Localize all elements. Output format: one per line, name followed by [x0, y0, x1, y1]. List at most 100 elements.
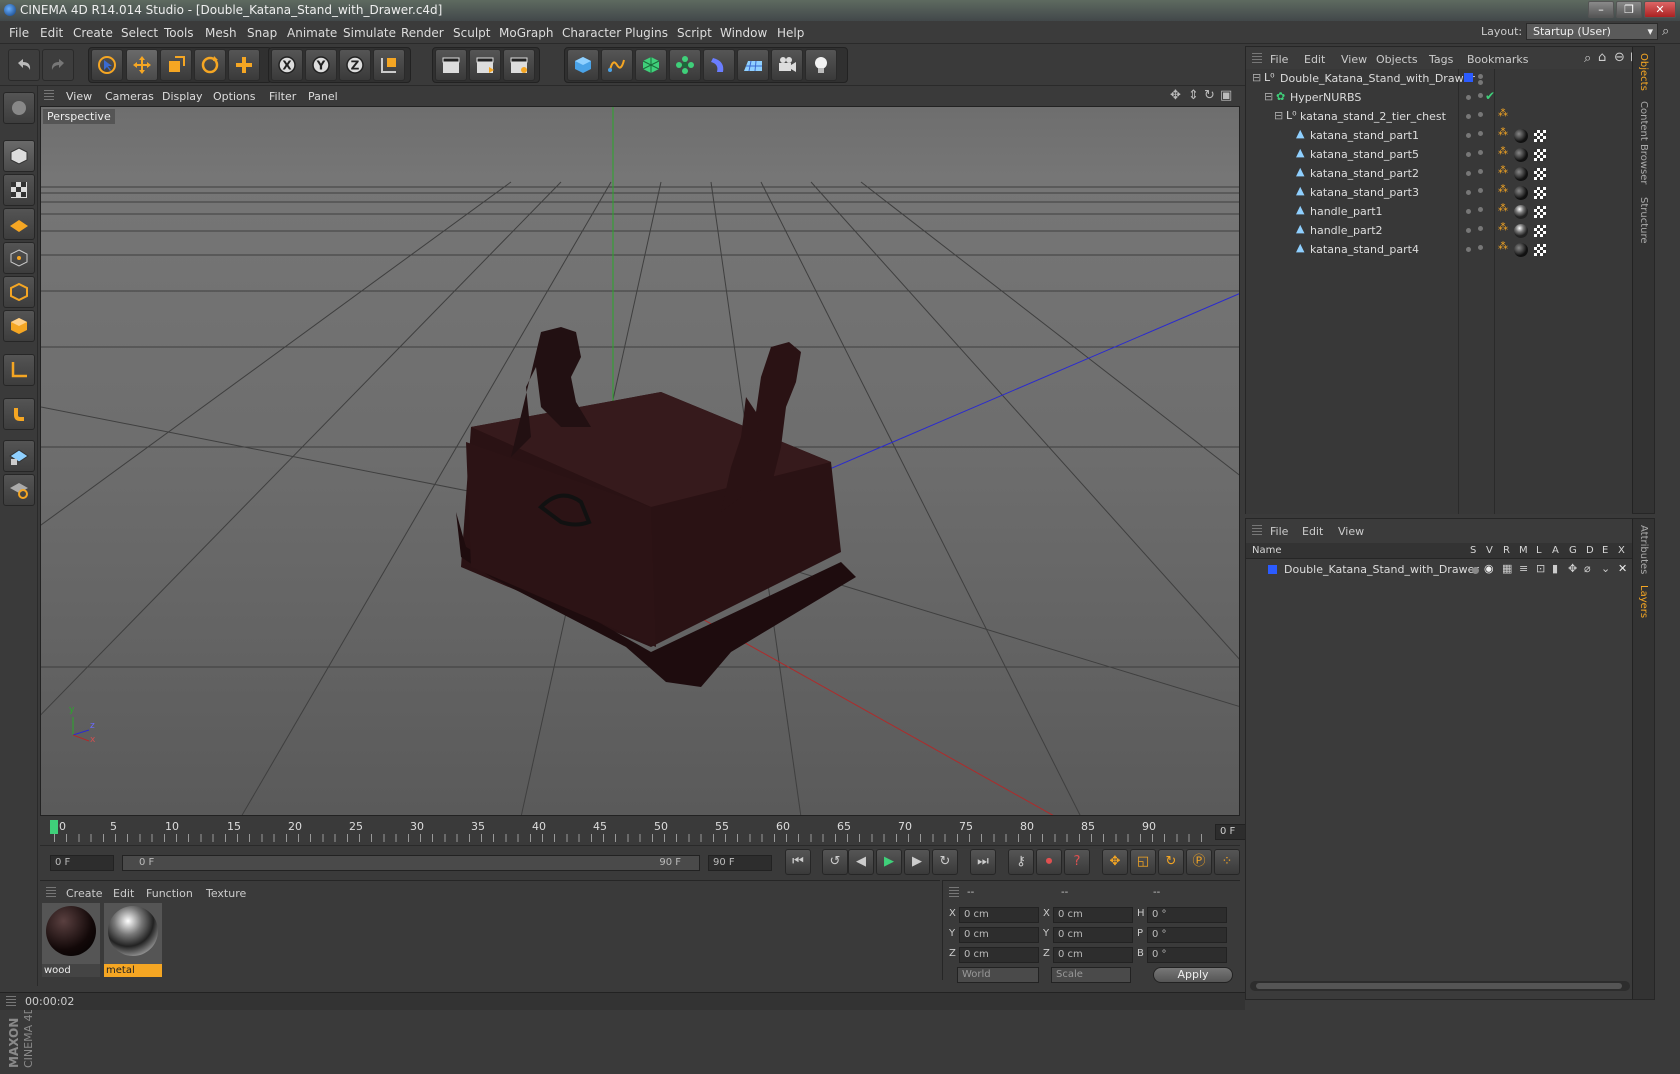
- menu-plugins[interactable]: Plugins: [625, 26, 668, 40]
- collapse-icon[interactable]: ⊟: [1264, 90, 1273, 103]
- layer-menu-file[interactable]: File: [1270, 525, 1288, 538]
- add-array-button[interactable]: [669, 49, 701, 81]
- pos-y-field[interactable]: 0 cm: [959, 927, 1039, 943]
- minimize-button[interactable]: –: [1588, 1, 1614, 18]
- visibility-dot[interactable]: [1466, 152, 1471, 157]
- tab-layers[interactable]: Layers: [1638, 585, 1649, 618]
- material-swatch-metal[interactable]: metal: [104, 903, 162, 977]
- generators-icon[interactable]: ✥: [1568, 562, 1577, 575]
- phong-tag-icon[interactable]: ⁂: [1498, 146, 1508, 157]
- pos-z-field[interactable]: 0 cm: [959, 947, 1039, 963]
- next-key-button[interactable]: ↻: [932, 849, 958, 875]
- layout-dropdown[interactable]: Startup (User) ▾: [1526, 23, 1658, 40]
- menu-mesh[interactable]: Mesh: [205, 26, 237, 40]
- editor-dot[interactable]: [1478, 131, 1483, 136]
- points-mode-button[interactable]: [3, 242, 35, 274]
- object-menu-tags[interactable]: Tags: [1429, 53, 1453, 66]
- viewport-menu-cameras[interactable]: Cameras: [105, 90, 154, 103]
- material-tag-icon[interactable]: [1514, 186, 1528, 200]
- texture-mode-button[interactable]: [3, 174, 35, 206]
- solo-toggle[interactable]: [1472, 567, 1479, 574]
- render-icon[interactable]: ▦: [1502, 562, 1512, 575]
- editor-dot[interactable]: [1478, 188, 1483, 193]
- redo-button[interactable]: [42, 49, 74, 81]
- xref-icon[interactable]: ✕: [1618, 562, 1627, 575]
- phong-tag-icon[interactable]: ⁂: [1498, 222, 1508, 233]
- search-icon[interactable]: ⌕: [1584, 51, 1591, 66]
- snap-button[interactable]: [3, 398, 35, 430]
- add-spline-button[interactable]: [601, 49, 633, 81]
- edges-mode-button[interactable]: [3, 276, 35, 308]
- collapse-icon[interactable]: ⊟: [1274, 109, 1283, 122]
- menu-animate[interactable]: Animate: [287, 26, 337, 40]
- viewport-menu-display[interactable]: Display: [162, 90, 203, 103]
- menu-sculpt[interactable]: Sculpt: [453, 26, 490, 40]
- tab-content-browser[interactable]: Content Browser: [1638, 101, 1649, 184]
- menu-mograph[interactable]: MoGraph: [499, 26, 554, 40]
- material-tag-icon[interactable]: [1514, 205, 1528, 219]
- expressions-icon[interactable]: ⌄: [1601, 562, 1610, 575]
- tab-objects[interactable]: Objects: [1638, 53, 1649, 91]
- visibility-dot[interactable]: [1466, 95, 1471, 100]
- timeline-ruler[interactable]: 0 5 10 15 20 25 30 35 40 45 50 55 60 65 …: [40, 818, 1279, 846]
- viewport-maximize-icon[interactable]: ▣: [1220, 88, 1232, 103]
- material-menu-texture[interactable]: Texture: [206, 887, 246, 900]
- horizontal-scrollbar[interactable]: [1250, 981, 1630, 991]
- material-tag-icon[interactable]: [1514, 167, 1528, 181]
- manager-icon[interactable]: ≡: [1519, 562, 1528, 575]
- object-row[interactable]: ▲ katana_stand_part3 ⁂: [1246, 183, 1654, 203]
- menu-simulate[interactable]: Simulate: [343, 26, 396, 40]
- material-tag-icon[interactable]: [1514, 224, 1528, 238]
- go-to-start-button[interactable]: ⏮: [785, 849, 811, 875]
- uvw-tag-icon[interactable]: [1534, 206, 1546, 218]
- object-row[interactable]: ⊟ ✿ HyperNURBS ✔: [1246, 88, 1654, 108]
- visibility-dot[interactable]: [1466, 209, 1471, 214]
- rot-b-field[interactable]: 0 °: [1147, 947, 1227, 963]
- end-frame-field[interactable]: 90 F: [708, 855, 772, 871]
- undo-button[interactable]: [8, 49, 40, 81]
- object-menu-view[interactable]: View: [1341, 53, 1367, 66]
- menu-file[interactable]: File: [9, 26, 29, 40]
- add-camera-button[interactable]: [771, 49, 803, 81]
- render-settings-button[interactable]: [503, 49, 535, 81]
- editor-dot[interactable]: [1478, 150, 1483, 155]
- menu-script[interactable]: Script: [677, 26, 712, 40]
- coordinate-system-button[interactable]: [373, 49, 405, 81]
- material-swatch-wood[interactable]: wood: [42, 903, 100, 977]
- live-selection-button[interactable]: [91, 49, 123, 81]
- perspective-viewport[interactable]: Perspective y z x: [40, 106, 1240, 816]
- viewport-move-icon[interactable]: ✥: [1170, 88, 1181, 103]
- key-pla-button[interactable]: ⁘: [1214, 849, 1240, 875]
- deformers-icon[interactable]: ⌀: [1584, 562, 1591, 575]
- layer-menu-edit[interactable]: Edit: [1302, 525, 1323, 538]
- menu-edit[interactable]: Edit: [40, 26, 63, 40]
- go-to-end-button[interactable]: ⏭: [970, 849, 996, 875]
- editor-dot[interactable]: [1478, 245, 1483, 250]
- key-position-button[interactable]: ✥: [1102, 849, 1128, 875]
- phong-tag-icon[interactable]: ⁂: [1498, 203, 1508, 214]
- link-icon[interactable]: ⊖: [1614, 50, 1625, 65]
- visibility-dot[interactable]: [1466, 114, 1471, 119]
- scale-mode-dropdown[interactable]: Scale: [1051, 967, 1131, 983]
- rot-p-field[interactable]: 0 °: [1147, 927, 1227, 943]
- x-axis-lock-button[interactable]: X: [271, 49, 303, 81]
- record-active-button[interactable]: ⚷: [1008, 849, 1034, 875]
- model-mode-button[interactable]: [3, 140, 35, 172]
- layer-row[interactable]: Double_Katana_Stand_with_Drawer ◉ ▦ ≡ ⊡ …: [1246, 561, 1632, 581]
- key-parameter-button[interactable]: Ⓟ: [1186, 849, 1212, 875]
- close-button[interactable]: ✕: [1644, 1, 1676, 18]
- phong-tag-icon[interactable]: ⁂: [1498, 108, 1508, 119]
- uvw-tag-icon[interactable]: [1534, 244, 1546, 256]
- add-light-button[interactable]: [805, 49, 837, 81]
- add-cube-button[interactable]: [567, 49, 599, 81]
- workplane-lock-button[interactable]: [3, 440, 35, 472]
- next-frame-button[interactable]: ▶: [904, 849, 930, 875]
- object-row[interactable]: ▲ katana_stand_part5 ⁂: [1246, 145, 1654, 165]
- maximize-button[interactable]: ❐: [1616, 1, 1642, 18]
- menu-render[interactable]: Render: [401, 26, 444, 40]
- axis-mode-button[interactable]: [3, 354, 35, 386]
- visibility-dot[interactable]: [1466, 228, 1471, 233]
- visibility-dot[interactable]: [1466, 171, 1471, 176]
- editor-dot[interactable]: [1478, 169, 1483, 174]
- render-picture-viewer-button[interactable]: [469, 49, 501, 81]
